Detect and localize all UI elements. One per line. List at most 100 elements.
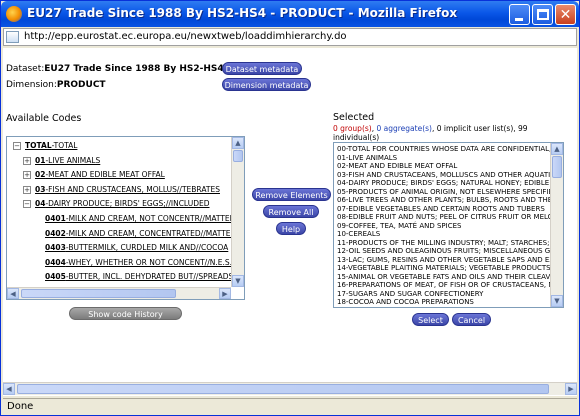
remove-all-button[interactable]: Remove All xyxy=(263,205,319,218)
selected-scroll-up-icon[interactable]: ▲ xyxy=(551,143,563,155)
expand-icon[interactable]: + xyxy=(23,171,31,180)
selected-scroll-thumb[interactable] xyxy=(552,156,562,178)
tree-item[interactable]: 0401-MILK AND CREAM, NOT CONCENTR//MATTE… xyxy=(7,212,231,226)
tree-item-text[interactable]: -FISH AND CRUSTACEANS, MOLLUS//TEBRATES xyxy=(45,185,220,194)
cancel-button[interactable]: Cancel xyxy=(452,313,491,326)
tree-item[interactable]: 0403-BUTTERMILK, CURDLED MILK AND//COCOA xyxy=(7,241,231,255)
groups-link[interactable]: 0 group(s) xyxy=(333,124,372,133)
dataset-label: Dataset: xyxy=(6,64,45,74)
tree-item[interactable]: − TOTAL-TOTAL xyxy=(7,139,231,153)
dataset-value: EU27 Trade Since 1988 By HS2-HS4 xyxy=(44,64,224,74)
collapse-icon[interactable]: − xyxy=(13,142,21,150)
available-codes-title: Available Codes xyxy=(6,113,82,124)
tree-item[interactable]: 0404-WHEY, WHETHER OR NOT CONCENT//N.E.S… xyxy=(7,256,231,270)
select-button[interactable]: Select xyxy=(412,313,449,326)
summary-rest: , 0 implicit user list(s), 99 xyxy=(431,124,528,133)
tree-item[interactable]: 0405-BUTTER, INCL. DEHYDRATED BUT//SPREA… xyxy=(7,270,231,284)
tree-item-label[interactable]: 0402-MILK AND CREAM, CONCENTRATED//MATTE… xyxy=(45,229,231,238)
tree-item[interactable]: +02-MEAT AND EDIBLE MEAT OFFAL xyxy=(7,168,231,182)
remove-elements-button[interactable]: Remove Elements xyxy=(252,188,331,201)
aggregates-link[interactable]: 0 aggregate(s) xyxy=(376,124,431,133)
summary-line2: individual(s) xyxy=(333,133,380,142)
dimension-metadata-button[interactable]: Dimension metadata xyxy=(222,78,311,91)
page-hscrollbar[interactable]: ◀ ▶ xyxy=(3,382,577,395)
page-content: Dataset:EU27 Trade Since 1988 By HS2-HS4… xyxy=(3,48,577,396)
dimension-value: PRODUCT xyxy=(56,80,106,90)
tree-item-text[interactable]: -MILK AND CREAM, NOT CONCENTR//MATTER xyxy=(66,214,231,223)
tree-item[interactable]: +03-FISH AND CRUSTACEANS, MOLLUS//TEBRAT… xyxy=(7,183,231,197)
tree-item-text[interactable]: -LIVE ANIMALS xyxy=(45,156,100,165)
status-bar: Done xyxy=(3,398,577,414)
tree-item-label[interactable]: 0401-MILK AND CREAM, NOT CONCENTR//MATTE… xyxy=(45,214,231,223)
tree-item-label[interactable]: 0403-BUTTERMILK, CURDLED MILK AND//COCOA xyxy=(45,243,228,252)
show-code-history-button[interactable]: Show code History xyxy=(69,307,182,320)
tree-item-code[interactable]: TOTAL xyxy=(25,141,52,150)
page-icon xyxy=(6,31,19,43)
tree-item-label[interactable]: 03-FISH AND CRUSTACEANS, MOLLUS//TEBRATE… xyxy=(35,185,220,194)
tree-item-code[interactable]: 0405 xyxy=(45,272,66,281)
tree-item-label[interactable]: 04-DAIRY PRODUCE; BIRDS' EGGS;//INCLUDED xyxy=(35,199,210,208)
tree-item-code[interactable]: 04 xyxy=(35,199,45,208)
tree-item-code[interactable]: 0402 xyxy=(45,229,66,238)
tree-item-code[interactable]: 0403 xyxy=(45,243,66,252)
page-hscroll-thumb[interactable] xyxy=(17,384,549,394)
selected-vscrollbar[interactable]: ▲ ▼ xyxy=(550,143,563,307)
tree-item-text[interactable]: -MEAT AND EDIBLE MEAT OFFAL xyxy=(45,170,164,179)
minimize-icon xyxy=(515,18,523,21)
maximize-button[interactable] xyxy=(532,4,553,25)
tree-item-text[interactable]: -WHEY, WHETHER OR NOT CONCENT//N.E.S. xyxy=(66,258,231,267)
tree-item-label[interactable]: 0404-WHEY, WHETHER OR NOT CONCENT//N.E.S… xyxy=(45,258,231,267)
collapse-icon[interactable]: − xyxy=(23,200,31,209)
tree-viewport: − TOTAL-TOTAL +01-LIVE ANIMALS +02-MEAT AND… xyxy=(7,137,231,287)
selected-summary: 0 group(s), 0 aggregate(s), 0 implicit u… xyxy=(333,124,528,133)
tree-scroll-thumb[interactable] xyxy=(233,150,243,162)
tree-item[interactable]: 0402-MILK AND CREAM, CONCENTRATED//MATTE… xyxy=(7,227,231,241)
tree-item-label[interactable]: 01-LIVE ANIMALS xyxy=(35,156,100,165)
help-button[interactable]: Help xyxy=(276,222,306,235)
minimize-button[interactable] xyxy=(509,4,530,25)
expand-icon[interactable]: + xyxy=(23,156,31,165)
tree-scroll-right-icon[interactable]: ▶ xyxy=(219,288,231,299)
tree-scroll-up-icon[interactable]: ▲ xyxy=(232,137,244,149)
selected-scroll-down-icon[interactable]: ▼ xyxy=(551,295,563,307)
close-icon: ✕ xyxy=(559,7,572,23)
dimension-label: Dimension: xyxy=(6,80,57,90)
dataset-metadata-button[interactable]: Dataset metadata xyxy=(222,62,302,75)
selected-viewport: 00-TOTAL FOR COUNTRIES WHOSE DATA ARE CO… xyxy=(334,143,550,307)
address-bar[interactable]: http://epp.eurostat.ec.europa.eu/newxtwe… xyxy=(3,28,577,46)
tree-item-code[interactable]: 03 xyxy=(35,185,45,194)
tree-item-text[interactable]: -DAIRY PRODUCE; BIRDS' EGGS;//INCLUDED xyxy=(45,199,209,208)
tree-item-code[interactable]: 0401 xyxy=(45,214,66,223)
tree-hscrollbar[interactable]: ◀ ▶ xyxy=(7,287,231,299)
tree-item-code[interactable]: 02 xyxy=(35,170,45,179)
selected-title: Selected xyxy=(333,112,375,123)
expand-icon[interactable]: + xyxy=(23,185,31,194)
tree-item-text[interactable]: -TOTAL xyxy=(52,141,78,150)
tree-item[interactable]: +01-LIVE ANIMALS xyxy=(7,154,231,168)
status-text: Done xyxy=(7,401,34,412)
tree-item-label[interactable]: 0405-BUTTER, INCL. DEHYDRATED BUT//SPREA… xyxy=(45,272,231,281)
tree-item-code[interactable]: 01 xyxy=(35,156,45,165)
tree-item-text[interactable]: -MILK AND CREAM, CONCENTRATED//MATTER xyxy=(66,229,231,238)
selected-item[interactable]: 18-COCOA AND COCOA PREPARATIONS xyxy=(337,298,474,307)
browser-window: EU27 Trade Since 1988 By HS2-HS4 - PRODU… xyxy=(0,0,580,416)
tree-scroll-left-icon[interactable]: ◀ xyxy=(7,288,19,299)
maximize-icon xyxy=(537,9,549,20)
tree-hscroll-thumb[interactable] xyxy=(21,289,176,298)
page-scroll-left-icon[interactable]: ◀ xyxy=(3,383,15,395)
title-bar[interactable]: EU27 Trade Since 1988 By HS2-HS4 - PRODU… xyxy=(1,1,579,27)
page-scroll-right-icon[interactable]: ▶ xyxy=(565,383,577,395)
tree-scroll-down-icon[interactable]: ▼ xyxy=(232,275,244,287)
tree-item-label[interactable]: TOTAL-TOTAL xyxy=(25,141,77,150)
tree-item[interactable]: −04-DAIRY PRODUCE; BIRDS' EGGS;//INCLUDE… xyxy=(7,197,231,211)
tree-vscrollbar[interactable]: ▲ ▼ xyxy=(231,137,244,287)
tree-item-label[interactable]: 02-MEAT AND EDIBLE MEAT OFFAL xyxy=(35,170,165,179)
tree-item-text[interactable]: -BUTTER, INCL. DEHYDRATED BUT//SPREADS xyxy=(66,272,231,281)
dataset-line: Dataset:EU27 Trade Since 1988 By HS2-HS4 xyxy=(6,64,224,74)
tree-item-text[interactable]: -BUTTERMILK, CURDLED MILK AND//COCOA xyxy=(66,243,228,252)
close-button[interactable]: ✕ xyxy=(555,4,576,25)
firefox-icon xyxy=(6,6,22,22)
available-codes-tree: − TOTAL-TOTAL +01-LIVE ANIMALS +02-MEAT AND… xyxy=(6,136,245,300)
tree-item-code[interactable]: 0404 xyxy=(45,258,66,267)
selected-list[interactable]: 00-TOTAL FOR COUNTRIES WHOSE DATA ARE CO… xyxy=(333,142,564,308)
